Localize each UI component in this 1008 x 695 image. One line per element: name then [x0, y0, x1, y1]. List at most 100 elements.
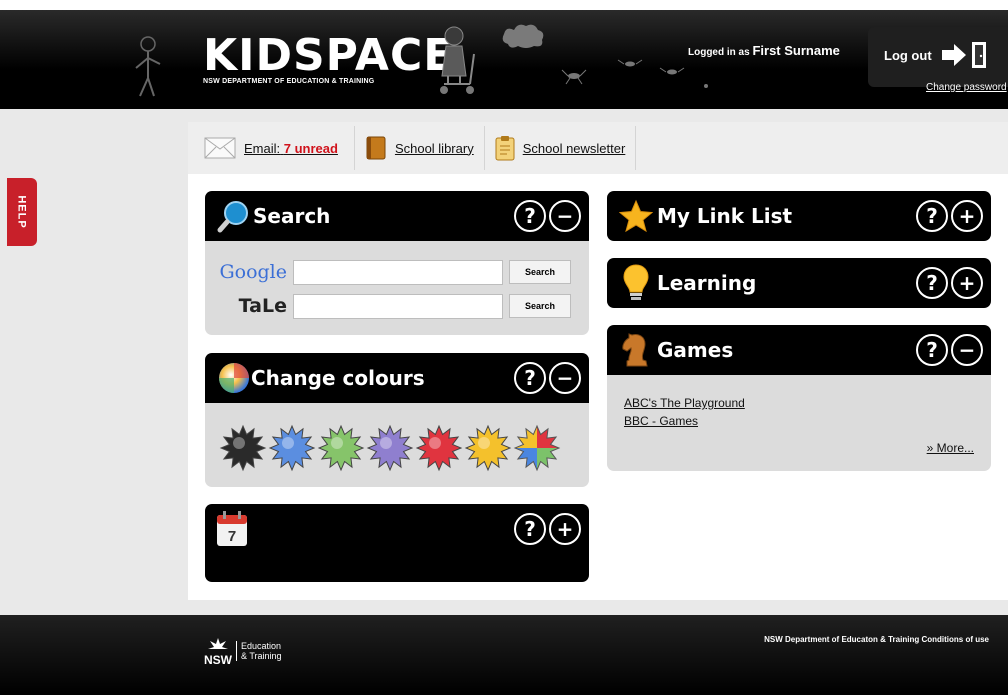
dashboard: Email: 7 unread School library School ne… [188, 122, 1008, 600]
email-unread-count: 7 unread [283, 140, 338, 156]
footer-logo-line2: & Training [241, 651, 282, 661]
colours-widget-body [205, 403, 589, 487]
learning-widget-title: Learning [657, 271, 757, 295]
magnifier-icon [217, 199, 251, 233]
colours-widget-title: Change colours [251, 366, 425, 390]
colour-swatch-6[interactable] [464, 424, 512, 472]
colours-widget-controls: ? − [514, 362, 581, 394]
games-widget: Games ? − ABC's The Playground BBC - Gam… [607, 325, 991, 471]
expand-button[interactable]: + [549, 513, 581, 545]
game-link[interactable]: ABC's The Playground [624, 394, 991, 412]
today-title: Today is Wednesday 7 December 2011 [250, 513, 477, 575]
logged-in-prefix: Logged in as [688, 47, 750, 58]
expand-button[interactable]: + [951, 200, 983, 232]
search-widget-controls: ? − [514, 200, 581, 232]
help-button[interactable]: ? [514, 200, 546, 232]
games-widget-header: Games ? − [607, 325, 991, 375]
cloud-illustration-icon [502, 24, 544, 48]
envelope-icon [204, 137, 236, 159]
logo-title: KIDSPACE [203, 30, 455, 81]
colour-swatch-2[interactable] [268, 424, 316, 472]
school-newsletter-link[interactable]: School newsletter [523, 141, 626, 156]
logout-button[interactable]: Log out [884, 40, 990, 70]
header: KIDSPACE NSW DEPARTMENT OF EDUCATION & T… [0, 10, 1008, 109]
collapse-button[interactable]: − [951, 334, 983, 366]
logout-label: Log out [884, 47, 932, 63]
tale-search-input[interactable] [293, 293, 503, 319]
footer-logo-line1: Education [241, 641, 282, 651]
colour-swatch-4[interactable] [366, 424, 414, 472]
clipboard-icon [495, 136, 515, 161]
nsw-education-logo[interactable]: NSW Education & Training [204, 637, 282, 667]
link-list-widget: My Link List ? + [607, 191, 991, 241]
footer-nsw: NSW [204, 653, 232, 667]
light-bulb-icon [619, 264, 653, 300]
book-icon [366, 136, 386, 160]
today-day-line: Today is Wednesday [250, 516, 477, 540]
google-search-row: Google Search [213, 258, 589, 286]
footer: NSW Education & Training NSW Department … [0, 615, 1008, 695]
more-games-link[interactable]: » More... [927, 441, 974, 455]
footer-conditions-link[interactable]: NSW Department of Educaton & Training Co… [764, 635, 989, 644]
colour-swatch-5[interactable] [415, 424, 463, 472]
today-widget: 7 Today is Wednesday 7 December 2011 ? + [205, 504, 589, 582]
email-link[interactable]: Email: 7 unread [244, 141, 338, 156]
help-button[interactable]: ? [916, 200, 948, 232]
newsletter-item[interactable]: School newsletter [485, 126, 637, 170]
expand-button[interactable]: + [951, 267, 983, 299]
today-widget-header: 7 Today is Wednesday 7 December 2011 ? + [205, 504, 589, 582]
email-item[interactable]: Email: 7 unread [188, 126, 355, 170]
logout-panel: Log out [868, 27, 1008, 87]
kidspace-logo[interactable]: KIDSPACE NSW DEPARTMENT OF EDUCATION & T… [203, 30, 455, 86]
colours-widget-header: Change colours ? − [205, 353, 589, 403]
star-icon [619, 199, 653, 233]
colour-swatch-list [205, 403, 589, 472]
school-library-link[interactable]: School library [395, 141, 474, 156]
collapse-button[interactable]: − [549, 200, 581, 232]
search-widget: Search ? − Google Search TaLe Search [205, 191, 589, 335]
link-list-widget-title: My Link List [657, 204, 793, 228]
help-button[interactable]: ? [514, 362, 546, 394]
google-search-button[interactable]: Search [509, 260, 571, 284]
help-button[interactable]: ? [514, 513, 546, 545]
change-colours-widget: Change colours ? − [205, 353, 589, 487]
help-tab-label: HELP [16, 195, 28, 229]
games-widget-body: ABC's The Playground BBC - Games » More.… [607, 375, 991, 471]
calendar-icon: 7 [217, 511, 247, 546]
google-logo: Google [213, 261, 293, 283]
scooter-kid-illustration-icon [440, 26, 475, 94]
learning-widget-controls: ? + [916, 267, 983, 299]
waratah-icon [208, 638, 228, 649]
today-widget-controls: ? + [514, 513, 581, 545]
calendar-day: 7 [228, 528, 236, 545]
help-button[interactable]: ? [916, 334, 948, 366]
help-button[interactable]: ? [916, 267, 948, 299]
search-widget-header: Search ? − [205, 191, 589, 241]
link-list-widget-controls: ? + [916, 200, 983, 232]
collapse-button[interactable]: − [549, 362, 581, 394]
colour-swatch-3[interactable] [317, 424, 365, 472]
library-item[interactable]: School library [355, 126, 485, 170]
search-widget-title: Search [253, 204, 331, 228]
learning-widget-header: Learning ? + [607, 258, 991, 308]
kid-illustration-icon [135, 36, 161, 97]
quick-links-bar: Email: 7 unread School library School ne… [188, 122, 1008, 174]
logged-in-status: Logged in as First Surname [688, 43, 840, 58]
search-widget-body: Google Search TaLe Search [205, 241, 589, 335]
nsw-waratah-mark: NSW [204, 637, 232, 667]
help-tab[interactable]: HELP [7, 178, 37, 246]
games-widget-title: Games [657, 338, 734, 362]
tale-logo: TaLe [238, 295, 287, 317]
game-link[interactable]: BBC - Games [624, 412, 991, 430]
link-list-widget-header: My Link List ? + [607, 191, 991, 241]
email-label: Email: [244, 140, 281, 156]
games-widget-controls: ? − [916, 334, 983, 366]
colour-swatch-1[interactable] [219, 424, 267, 472]
today-date-line: 7 December 2011 [250, 547, 448, 571]
chess-knight-icon [619, 333, 653, 367]
user-name: First Surname [752, 43, 840, 58]
change-password-link[interactable]: Change password [926, 82, 1007, 93]
google-search-input[interactable] [293, 259, 503, 285]
colour-swatch-7[interactable] [513, 424, 561, 472]
tale-search-button[interactable]: Search [509, 294, 571, 318]
